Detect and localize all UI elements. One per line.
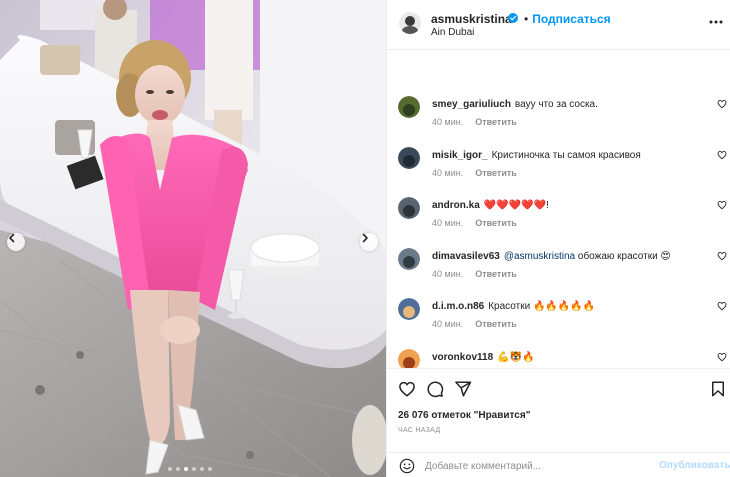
- comment-heart-icon[interactable]: [717, 150, 727, 160]
- commenter-username[interactable]: d.i.m.o.n86: [432, 301, 484, 312]
- comment-item: andron.ka ❤️❤️❤️❤️❤️! 40 мин. Ответить: [387, 197, 730, 247]
- comment-body: voronkov118 💪🐯🔥: [432, 351, 707, 364]
- comment-item: dimavasilev63 @asmuskristina обожаю красо…: [387, 247, 730, 298]
- reply-button[interactable]: Ответить: [475, 269, 517, 279]
- comment-meta: 40 мин. Ответить: [432, 117, 517, 127]
- carousel-dot: [192, 467, 196, 471]
- comment-time: 40 мин.: [432, 268, 464, 279]
- comment-item: smey_gariuliuch вауу что за соска. 40 мин.…: [387, 96, 730, 146]
- avatar-image: [398, 197, 420, 219]
- heart-icon[interactable]: [398, 380, 416, 398]
- comment-meta: 40 мин. Ответить: [432, 218, 517, 228]
- comment-time: 40 мин.: [432, 117, 464, 127]
- avatar-image: [398, 96, 420, 118]
- comments-list[interactable]: smey_gariuliuch вауу что за соска. 40 мин.…: [387, 50, 730, 368]
- comment-text: Красотки 🔥🔥🔥🔥🔥: [488, 301, 596, 312]
- avatar-image: [399, 12, 421, 34]
- comment-heart-icon[interactable]: [717, 99, 727, 109]
- verified-icon: [508, 13, 518, 23]
- commenter-avatar[interactable]: [398, 247, 420, 270]
- carousel-indicator: [168, 467, 212, 471]
- comment-composer: Опубликовать: [387, 452, 730, 477]
- carousel-next-button[interactable]: [360, 233, 378, 251]
- comment-icon[interactable]: [426, 380, 444, 398]
- share-icon[interactable]: [454, 380, 472, 398]
- comment-body: d.i.m.o.n86 Красотки 🔥🔥🔥🔥🔥: [432, 300, 707, 313]
- comment-text: обожаю красотки 😍: [575, 250, 671, 262]
- publish-button[interactable]: Опубликовать: [659, 460, 730, 471]
- comment-body: dimavasilev63 @asmuskristina обожаю красо…: [432, 250, 707, 263]
- comment-item: misik_igor_ Кристиночка ты самоя красивоя…: [387, 146, 730, 197]
- comment-meta: 40 мин. Ответить: [432, 168, 517, 178]
- carousel-dot: [184, 467, 188, 471]
- comment-heart-icon[interactable]: [717, 352, 727, 362]
- comment-item: voronkov118💪🐯🔥40 мин.Ответить: [387, 348, 730, 368]
- commenter-username[interactable]: misik_igor_: [432, 150, 488, 161]
- comment-meta: 40 мин. Ответить: [432, 269, 517, 279]
- post-actions: 26 076 отметок "Нравится" ЧАС НАЗАД Опуб…: [387, 368, 730, 477]
- avatar-image: [398, 348, 420, 368]
- post-side-panel: asmuskristina • Подписаться Ain Dubai sme…: [386, 0, 730, 477]
- commenter-username[interactable]: andron.ka: [432, 200, 480, 211]
- reply-button[interactable]: Ответить: [475, 117, 517, 127]
- commenter-avatar[interactable]: [398, 298, 420, 320]
- comment-body: andron.ka ❤️❤️❤️❤️❤️!: [432, 199, 707, 212]
- follow-separator: •: [524, 12, 529, 26]
- comment-text: Кристиночка ты самоя красивоя: [491, 149, 641, 161]
- comment-time: 40 мин.: [432, 218, 464, 228]
- more-icon[interactable]: [709, 20, 723, 24]
- comment-mention[interactable]: @asmuskristina: [504, 251, 575, 262]
- commenter-avatar[interactable]: [398, 197, 420, 219]
- comment-body: misik_igor_ Кристиночка ты самоя красивоя: [432, 149, 707, 162]
- commenter-avatar[interactable]: [398, 96, 420, 118]
- post-location[interactable]: Ain Dubai: [431, 27, 474, 38]
- commenter-username[interactable]: smey_gariuliuch: [432, 99, 511, 110]
- comment-text: вауу что за соска.: [514, 99, 598, 110]
- commenter-avatar[interactable]: [398, 146, 420, 169]
- comment-input[interactable]: [425, 457, 655, 475]
- comment-heart-icon[interactable]: [717, 251, 727, 261]
- avatar-image: [398, 247, 420, 270]
- carousel-dot: [200, 467, 204, 471]
- carousel-dot: [168, 467, 172, 471]
- commenter-username[interactable]: voronkov118: [432, 352, 493, 363]
- emoji-icon[interactable]: [399, 458, 415, 474]
- author-avatar[interactable]: [399, 12, 421, 34]
- follow-label: Подписаться: [532, 12, 611, 26]
- post-timestamp: ЧАС НАЗАД: [398, 427, 441, 434]
- comment-body: smey_gariuliuch вауу что за соска.: [432, 98, 707, 111]
- carousel-dot: [176, 467, 180, 471]
- commenter-avatar[interactable]: [398, 348, 420, 368]
- reply-button[interactable]: Ответить: [475, 319, 517, 329]
- comment-time: 40 мин.: [432, 167, 464, 178]
- commenter-username[interactable]: dimavasilev63: [432, 251, 500, 262]
- bookmark-icon[interactable]: [709, 380, 727, 398]
- likes-count[interactable]: 26 076 отметок "Нравится": [398, 410, 530, 421]
- photo-illustration: [0, 0, 386, 477]
- comment-heart-icon[interactable]: [717, 301, 727, 311]
- chevron-right-icon: [362, 233, 368, 243]
- comment-heart-icon[interactable]: [717, 200, 727, 210]
- comment-meta: 40 мин. Ответить: [432, 319, 517, 329]
- comment-text: 💪🐯🔥: [497, 351, 535, 363]
- reply-button[interactable]: Ответить: [475, 168, 517, 178]
- avatar-image: [398, 298, 420, 320]
- carousel-dot: [208, 467, 212, 471]
- reply-button[interactable]: Ответить: [475, 218, 517, 228]
- chevron-left-icon: [9, 233, 15, 243]
- carousel-prev-button[interactable]: [7, 233, 25, 251]
- avatar-image: [398, 146, 420, 169]
- post-photo[interactable]: [0, 0, 386, 477]
- author-username[interactable]: asmuskristina: [431, 12, 512, 26]
- comment-time: 40 мин.: [432, 319, 464, 329]
- comment-text: ❤️❤️❤️❤️❤️!: [483, 200, 549, 211]
- post-header: asmuskristina • Подписаться Ain Dubai: [387, 0, 730, 50]
- follow-button[interactable]: • Подписаться: [524, 12, 611, 26]
- comment-item: d.i.m.o.n86 Красотки 🔥🔥🔥🔥🔥 40 мин. Ответить: [387, 298, 730, 348]
